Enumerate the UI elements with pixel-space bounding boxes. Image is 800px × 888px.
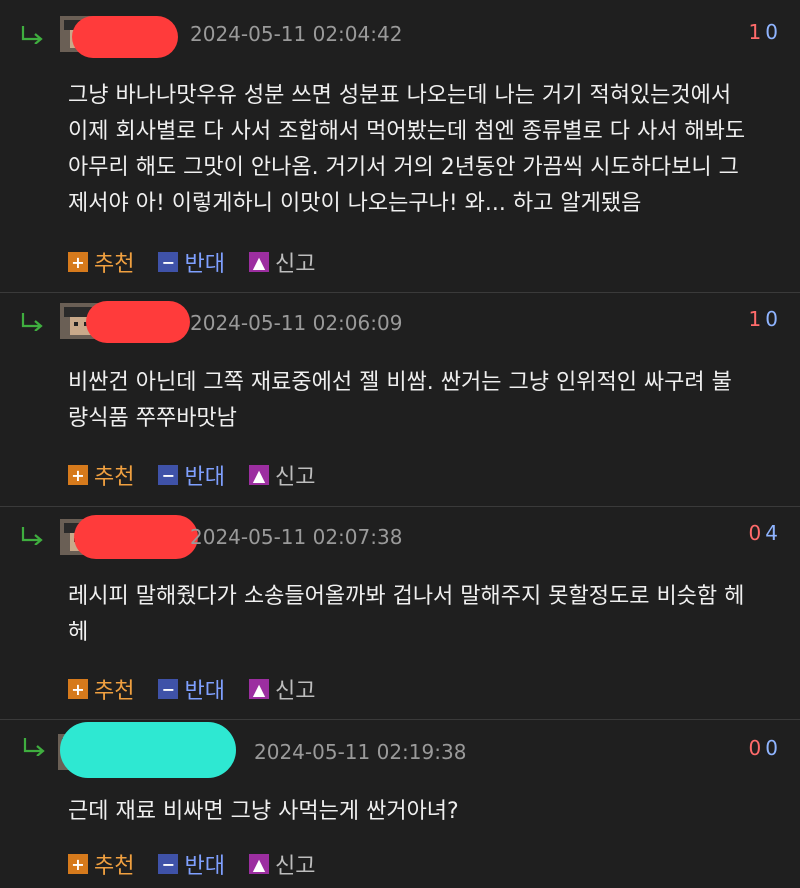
siren-icon: ▲	[248, 679, 269, 699]
comment-date: 2024-05-11 02:07:38	[190, 525, 403, 549]
downvote-count: 4	[765, 521, 778, 545]
siren-icon: ▲	[248, 252, 269, 272]
downvote-count: 0	[765, 307, 778, 331]
comment-text: 근데 재료 비싸면 그냥 사먹는게 싼거아녀?	[68, 799, 459, 824]
vote-counts: 00	[749, 736, 778, 760]
recommend-button[interactable]: + 추천	[68, 848, 134, 880]
vote-counts: 10	[749, 307, 778, 331]
report-button[interactable]: ▲ 신고	[248, 848, 315, 880]
comment-text: 그냥 바나나맛우유 성분 쓰면 성분표 나오는데 나는 거기 적혀있는것에서 이…	[68, 83, 746, 216]
oppose-button[interactable]: − 반대	[158, 848, 225, 880]
comment-actions: + 추천 − 반대 ▲ 신고	[68, 246, 339, 278]
upvote-count: 1	[748, 307, 762, 331]
reply-arrow-icon	[21, 527, 43, 545]
reply-arrow-icon	[21, 26, 43, 44]
plus-icon: +	[68, 679, 88, 699]
redacted-username	[86, 301, 190, 343]
minus-icon: −	[158, 679, 179, 699]
report-button[interactable]: ▲ 신고	[248, 673, 315, 705]
reply-arrow-icon	[23, 738, 45, 756]
upvote-count: 0	[748, 521, 762, 545]
comment-date: 2024-05-11 02:19:38	[254, 740, 467, 764]
oppose-button[interactable]: − 반대	[158, 673, 225, 705]
recommend-button[interactable]: + 추천	[68, 246, 134, 278]
comment-actions: + 추천 − 반대 ▲ 신고	[68, 459, 339, 491]
comment-item: 2024-05-11 02:06:09 10 비싼건 아닌데 그쪽 재료중에선 …	[0, 293, 800, 506]
vote-counts: 10	[749, 20, 778, 44]
oppose-button[interactable]: − 반대	[158, 246, 225, 278]
comment-date: 2024-05-11 02:06:09	[190, 311, 403, 335]
report-button[interactable]: ▲ 신고	[248, 459, 315, 491]
vote-counts: 04	[749, 521, 778, 545]
recommend-button[interactable]: + 추천	[68, 459, 134, 491]
report-button[interactable]: ▲ 신고	[248, 246, 315, 278]
comment-text: 비싼건 아닌데 그쪽 재료중에선 젤 비쌈. 싼거는 그냥 인위적인 싸구려 불…	[68, 370, 732, 431]
minus-icon: −	[158, 854, 179, 874]
plus-icon: +	[68, 465, 88, 485]
plus-icon: +	[68, 252, 88, 272]
comment-actions: + 추천 − 반대 ▲ 신고	[68, 848, 339, 880]
upvote-count: 1	[748, 20, 762, 44]
minus-icon: −	[158, 465, 179, 485]
redacted-username	[72, 16, 178, 58]
comment-item: 2024-05-11 02:04:42 10 그냥 바나나맛우유 성분 쓰면 성…	[0, 0, 800, 292]
comment-item: 2024-05-11 02:19:38 00 근데 재료 비싸면 그냥 사먹는게…	[0, 720, 800, 888]
siren-icon: ▲	[248, 854, 269, 874]
siren-icon: ▲	[248, 465, 269, 485]
comment-item: 2024-05-11 02:07:38 04 레시피 말해줬다가 소송들어올까봐…	[0, 507, 800, 719]
reply-arrow-icon	[21, 313, 43, 331]
plus-icon: +	[68, 854, 88, 874]
comment-date: 2024-05-11 02:04:42	[190, 22, 403, 46]
redacted-username	[74, 515, 198, 559]
upvote-count: 0	[748, 736, 762, 760]
downvote-count: 0	[765, 20, 778, 44]
recommend-button[interactable]: + 추천	[68, 673, 134, 705]
minus-icon: −	[158, 252, 179, 272]
redacted-username	[60, 722, 236, 778]
comment-actions: + 추천 − 반대 ▲ 신고	[68, 673, 339, 705]
comment-text: 레시피 말해줬다가 소송들어올까봐 겁나서 말해주지 못할정도로 비슷함 헤 헤	[68, 584, 745, 645]
downvote-count: 0	[765, 736, 778, 760]
oppose-button[interactable]: − 반대	[158, 459, 225, 491]
